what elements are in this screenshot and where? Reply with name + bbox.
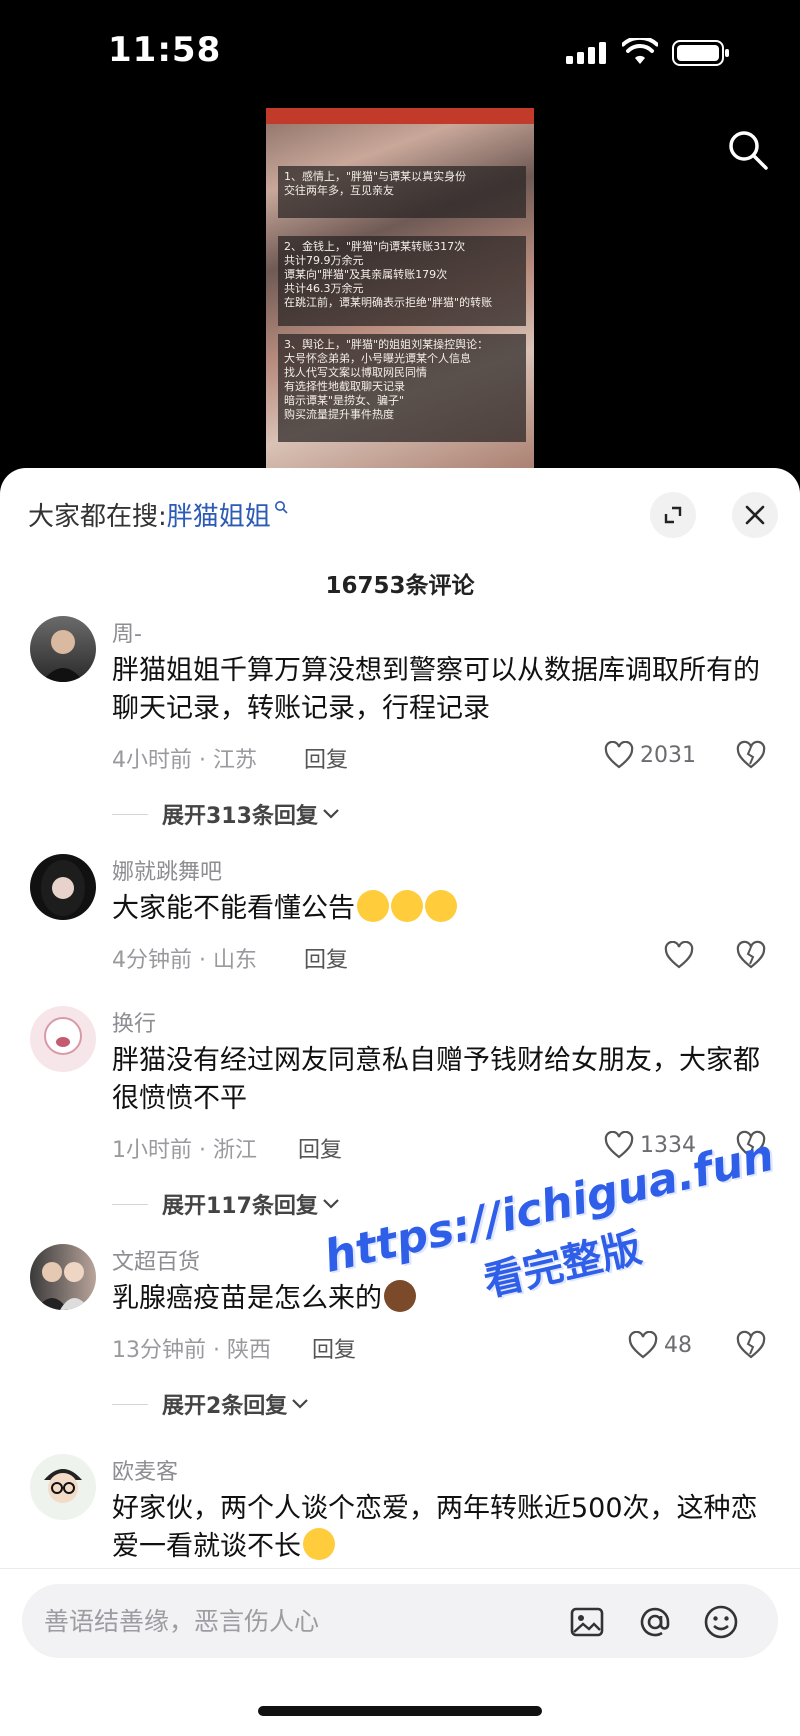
chevron-down-icon xyxy=(323,1199,339,1209)
watermark-url: https://ichigua.fun xyxy=(319,1129,779,1283)
trending-search-prefix: 大家都在搜: xyxy=(28,502,167,532)
divider xyxy=(112,1203,148,1205)
avatar[interactable] xyxy=(30,854,96,920)
broken-heart-icon[interactable] xyxy=(736,1330,766,1360)
comment-meta: 4小时前 · 江苏 xyxy=(112,748,257,773)
reply-button[interactable]: 回复 xyxy=(312,1332,356,1364)
expand-replies-label: 展开313条回复 xyxy=(162,804,318,829)
expand-replies-label: 展开2条回复 xyxy=(162,1394,288,1419)
sweat-smile-emoji-icon xyxy=(357,890,389,922)
comment-username[interactable]: 娜就跳舞吧 xyxy=(112,854,222,886)
reply-button[interactable]: 回复 xyxy=(304,742,348,774)
comment-username[interactable]: 换行 xyxy=(112,1006,156,1038)
sweat-smile-emoji-icon xyxy=(425,890,457,922)
shushing-face-emoji-icon xyxy=(303,1528,335,1560)
video-title-banner xyxy=(266,108,534,124)
video-text-block: 3、舆论上，"胖猫"的姐姐刘某操控舆论： 大号怀念弟弟，小号曝光谭某个人信息 找… xyxy=(278,334,526,442)
expand-replies-button[interactable]: 展开2条回复 xyxy=(112,1388,309,1420)
heart-icon xyxy=(628,1331,658,1359)
comment-meta: 1小时前 · 浙江 xyxy=(112,1138,257,1163)
avatar[interactable] xyxy=(30,1454,96,1520)
heart-icon xyxy=(604,1131,634,1159)
image-icon[interactable] xyxy=(568,1603,606,1641)
comment-text: 胖猫没有经过网友同意私自赠予钱财给女朋友，大家都很愤愤不平 xyxy=(112,1045,760,1114)
search-icon[interactable] xyxy=(724,126,770,172)
comment-username[interactable]: 周- xyxy=(112,616,142,648)
comment-text: 乳腺癌疫苗是怎么来的 xyxy=(112,1280,772,1318)
comment-meta: 4分钟前 · 山东 xyxy=(112,948,257,973)
expand-replies-button[interactable]: 展开117条回复 xyxy=(112,1188,340,1220)
comment-username[interactable]: 文超百货 xyxy=(112,1244,200,1276)
close-icon xyxy=(745,505,765,525)
expand-replies-button[interactable]: 展开313条回复 xyxy=(112,798,340,830)
comment-text-body: 好家伙，两个人谈个恋爱，两年转账近500次，这种恋爱一看就谈不长 xyxy=(112,1493,758,1562)
video-area[interactable]: 11:58 1、感情上，"胖猫"与谭某以真实身份 交往两年多，互见亲友 2、金钱… xyxy=(0,0,800,480)
like-count: 2031 xyxy=(640,742,696,768)
video-text-block: 2、金钱上，"胖猫"向谭某转账317次 共计79.9万余元 谭某向"胖猫"及其亲… xyxy=(278,236,526,326)
comment-text-body: 大家能不能看懂公告 xyxy=(112,893,355,924)
like-button[interactable]: 48 xyxy=(628,1330,692,1360)
video-text-block: 1、感情上，"胖猫"与谭某以真实身份 交往两年多，互见亲友 xyxy=(278,166,526,218)
avatar[interactable] xyxy=(30,1006,96,1072)
emoji-icon[interactable] xyxy=(702,1603,740,1641)
comment-sheet: 大家都在搜:胖猫姐姐 16753条评论 周- 胖猫姐姐千算万算没想到警察可以从数… xyxy=(0,468,800,1736)
video-thumbnail[interactable]: 1、感情上，"胖猫"与谭某以真实身份 交往两年多，互见亲友 2、金钱上，"胖猫"… xyxy=(266,108,534,480)
trending-search-keyword[interactable]: 胖猫姐姐 xyxy=(167,502,271,532)
chevron-down-icon xyxy=(323,809,339,819)
input-divider xyxy=(0,1568,800,1569)
status-time: 11:58 xyxy=(108,30,222,70)
home-indicator[interactable] xyxy=(258,1706,542,1716)
sweat-smile-emoji-icon xyxy=(391,890,423,922)
comment-count: 16753条评论 xyxy=(325,573,475,599)
broken-heart-icon[interactable] xyxy=(736,740,766,770)
comment-meta: 13分钟前 · 陕西 xyxy=(112,1338,271,1363)
cellular-signal-icon xyxy=(566,42,606,64)
divider xyxy=(112,1403,148,1405)
cookie-emoji-icon xyxy=(384,1280,416,1312)
like-button[interactable]: 2031 xyxy=(604,740,696,770)
expand-button[interactable] xyxy=(650,492,696,538)
reply-button[interactable]: 回复 xyxy=(304,942,348,974)
expand-icon xyxy=(664,506,682,524)
comment-input-bar xyxy=(22,1584,778,1658)
avatar[interactable] xyxy=(30,616,96,682)
watermark-caption: 看完整版 xyxy=(479,1224,646,1306)
comment-text: 好家伙，两个人谈个恋爱，两年转账近500次，这种恋爱一看就谈不长 xyxy=(112,1490,772,1566)
close-button[interactable] xyxy=(732,492,778,538)
heart-icon xyxy=(604,741,634,769)
like-button[interactable]: 1334 xyxy=(604,1130,696,1160)
reply-button[interactable]: 回复 xyxy=(298,1132,342,1164)
wifi-icon xyxy=(622,38,658,64)
comment-text: 胖猫姐姐千算万算没想到警察可以从数据库调取所有的聊天记录，转账记录，行程记录 xyxy=(112,655,760,724)
divider xyxy=(112,813,148,815)
avatar[interactable] xyxy=(30,1244,96,1310)
trending-search-hint[interactable]: 大家都在搜:胖猫姐姐 xyxy=(28,496,288,533)
comment-text-body: 乳腺癌疫苗是怎么来的 xyxy=(112,1283,382,1314)
expand-replies-label: 展开117条回复 xyxy=(162,1194,318,1219)
like-button[interactable] xyxy=(664,940,694,970)
search-small-icon xyxy=(274,501,288,514)
like-count: 48 xyxy=(664,1332,692,1358)
broken-heart-icon[interactable] xyxy=(736,1130,766,1160)
broken-heart-icon[interactable] xyxy=(736,940,766,970)
heart-icon xyxy=(664,941,694,969)
chevron-down-icon xyxy=(292,1399,309,1409)
battery-icon xyxy=(672,40,729,66)
comment-text: 大家能不能看懂公告 xyxy=(112,890,772,928)
comment-input[interactable] xyxy=(44,1584,544,1658)
comment-username[interactable]: 欧麦客 xyxy=(112,1454,178,1486)
at-mention-icon[interactable] xyxy=(636,1603,674,1641)
like-count: 1334 xyxy=(640,1132,696,1158)
